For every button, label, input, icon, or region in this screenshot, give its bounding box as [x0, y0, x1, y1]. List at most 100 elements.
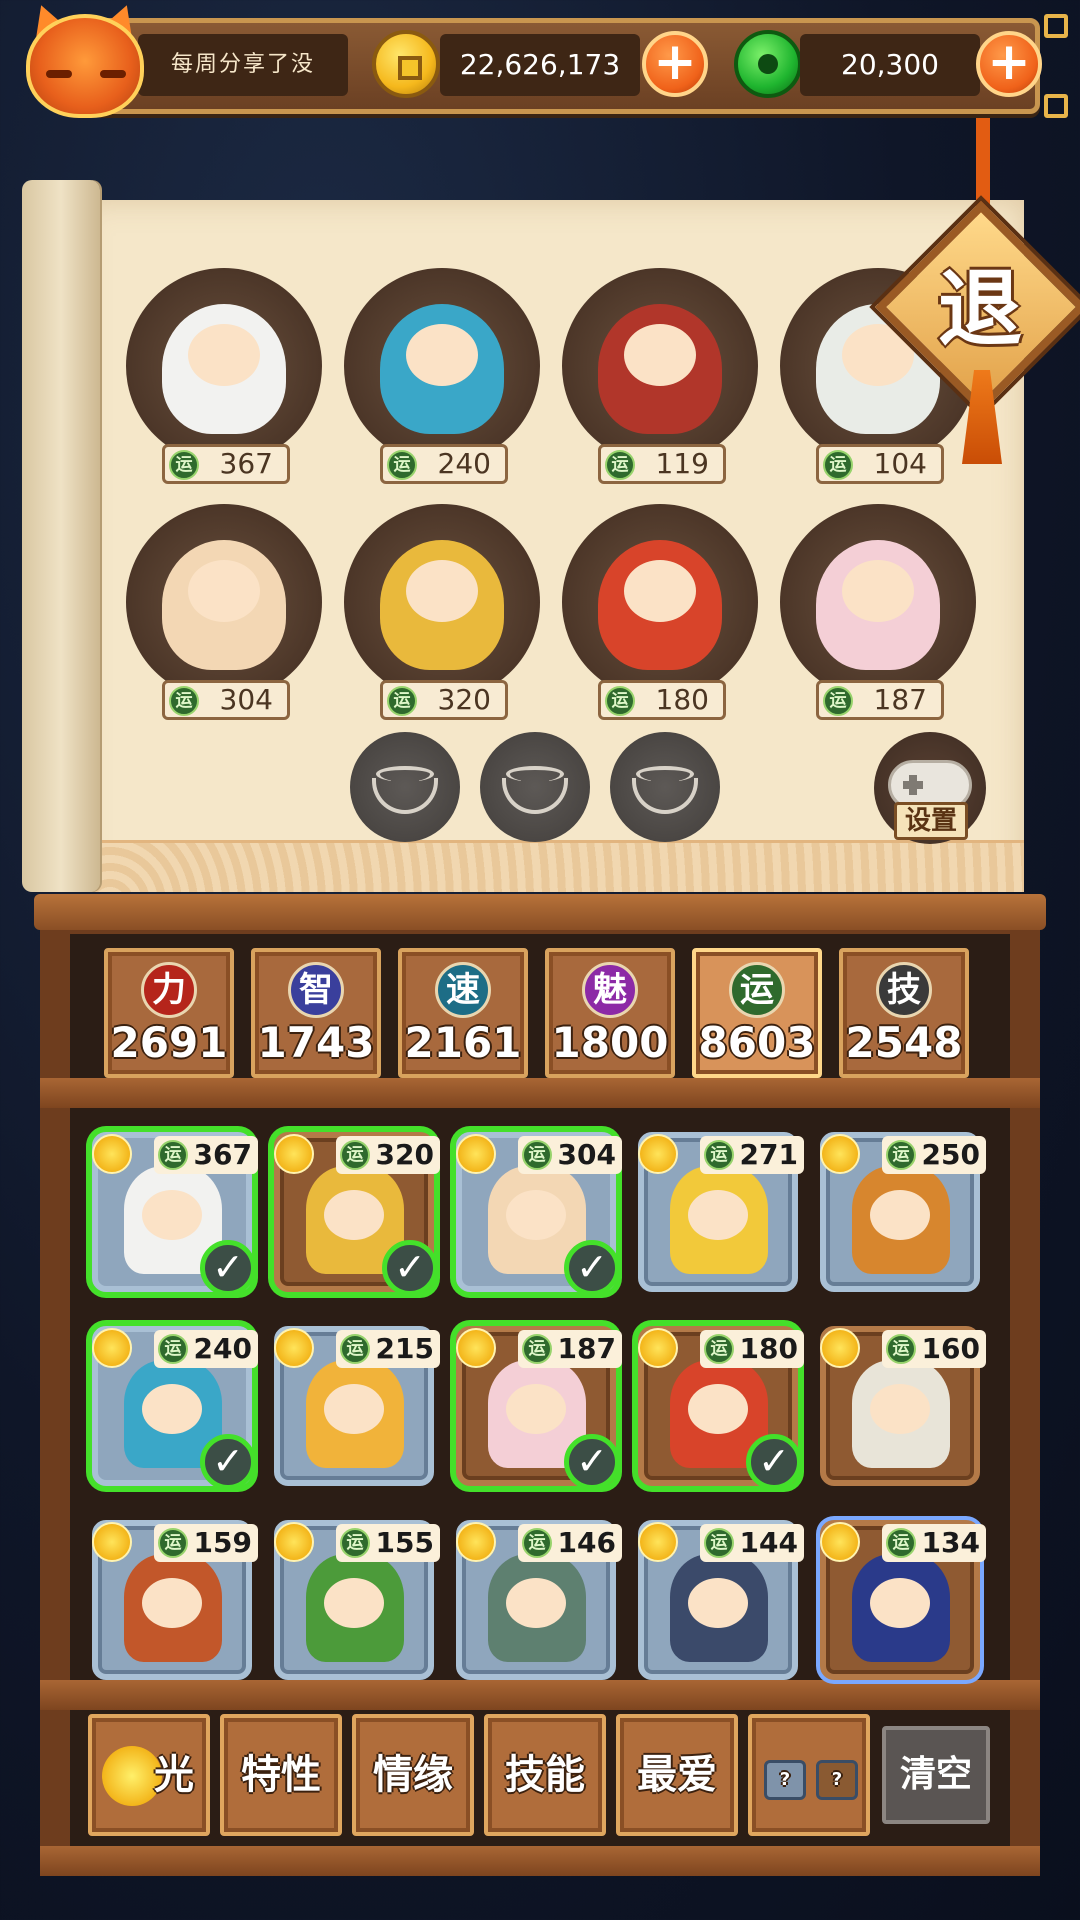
- checkmark-icon: ✓: [564, 1240, 620, 1296]
- sun-icon: [820, 1134, 860, 1174]
- stat-tab[interactable]: 运 8603: [692, 948, 822, 1078]
- roster-card[interactable]: 运 240 ✓: [92, 1326, 258, 1490]
- fox-eye: [46, 70, 72, 78]
- empty-slot-bowl-icon[interactable]: [480, 732, 590, 842]
- luck-value: 159: [193, 1526, 252, 1559]
- shelf-divider: [40, 1680, 1040, 1710]
- card-luck-badge: 运 155: [336, 1524, 440, 1562]
- add-jade-button[interactable]: +: [976, 31, 1042, 97]
- empty-slot-bowl-icon[interactable]: [350, 732, 460, 842]
- gold-coin-icon: [372, 30, 440, 98]
- sun-icon: [92, 1134, 132, 1174]
- stat-symbol-icon: 速: [435, 962, 491, 1018]
- luck-icon: 运: [605, 686, 635, 716]
- checkmark-icon: ✓: [382, 1240, 438, 1296]
- luck-value: 146: [557, 1526, 616, 1559]
- stat-symbol-icon: 技: [876, 962, 932, 1018]
- weekly-share-banner[interactable]: 每周分享了没: [138, 34, 348, 96]
- silver-unknown-icon: ?: [764, 1760, 806, 1800]
- settings-button[interactable]: 设置: [874, 732, 986, 844]
- team-member-luck: 运 320: [380, 680, 508, 720]
- corner-ornament: [1044, 94, 1068, 118]
- luck-icon: 运: [387, 450, 417, 480]
- character-face: [324, 1190, 384, 1240]
- sun-icon: [456, 1522, 496, 1562]
- roster-card[interactable]: 运 155: [274, 1520, 440, 1680]
- filter-light-button[interactable]: 光: [88, 1714, 210, 1836]
- filter-light-label: 光: [154, 1752, 194, 1798]
- stat-tab[interactable]: 力 2691: [104, 948, 234, 1078]
- stat-tab[interactable]: 技 2548: [839, 948, 969, 1078]
- luck-icon: 运: [823, 686, 853, 716]
- card-luck-badge: 运 146: [518, 1524, 622, 1562]
- filter-traits-button[interactable]: 特性: [220, 1714, 342, 1836]
- roster-card[interactable]: 运 180 ✓: [638, 1326, 804, 1490]
- character-face: [142, 1384, 202, 1434]
- roster-card[interactable]: 运 215: [274, 1326, 440, 1486]
- team-member-luck: 运 104: [816, 444, 944, 484]
- roster-card[interactable]: 运 271: [638, 1132, 804, 1292]
- character-face: [142, 1578, 202, 1628]
- luck-value: 320: [437, 683, 491, 716]
- team-member-portrait[interactable]: [562, 504, 758, 700]
- luck-value: 367: [193, 1138, 252, 1171]
- luck-icon: 运: [886, 1140, 916, 1170]
- roster-card[interactable]: 运 144: [638, 1520, 804, 1680]
- clear-button[interactable]: 清空: [882, 1726, 990, 1824]
- add-coins-button[interactable]: +: [642, 31, 708, 97]
- roster-card[interactable]: 运 304 ✓: [456, 1132, 622, 1296]
- luck-value: 119: [655, 447, 709, 480]
- roster-card[interactable]: 运 367 ✓: [92, 1132, 258, 1296]
- roster-card[interactable]: 运 187 ✓: [456, 1326, 622, 1490]
- sun-icon: [92, 1522, 132, 1562]
- stat-value: 8603: [698, 1018, 816, 1067]
- fox-eye: [100, 70, 126, 78]
- shelf-divider: [40, 1846, 1040, 1876]
- team-member-portrait[interactable]: [344, 268, 540, 464]
- empty-slot-bowl-icon[interactable]: [610, 732, 720, 842]
- team-member-portrait[interactable]: [344, 504, 540, 700]
- luck-icon: 运: [169, 450, 199, 480]
- filter-skills-button[interactable]: 技能: [484, 1714, 606, 1836]
- character-face: [842, 560, 914, 622]
- card-luck-badge: 运 271: [700, 1136, 804, 1174]
- sun-icon: [274, 1328, 314, 1368]
- roster-card[interactable]: 运 250: [820, 1132, 986, 1292]
- stat-value: 1800: [551, 1018, 669, 1067]
- stat-tab[interactable]: 速 2161: [398, 948, 528, 1078]
- filter-favorite-button[interactable]: 最爱: [616, 1714, 738, 1836]
- stat-tab[interactable]: 魅 1800: [545, 948, 675, 1078]
- team-member-luck: 运 119: [598, 444, 726, 484]
- character-face: [688, 1578, 748, 1628]
- stat-symbol-icon: 运: [729, 962, 785, 1018]
- card-luck-badge: 运 160: [882, 1330, 986, 1368]
- luck-icon: 运: [886, 1528, 916, 1558]
- luck-icon: 运: [704, 1528, 734, 1558]
- stat-tab[interactable]: 智 1743: [251, 948, 381, 1078]
- fox-mask-icon: [26, 14, 144, 118]
- team-member-portrait[interactable]: [780, 504, 976, 700]
- checkmark-icon: ✓: [200, 1434, 256, 1490]
- luck-value: 180: [655, 683, 709, 716]
- luck-icon: 运: [169, 686, 199, 716]
- luck-icon: 运: [158, 1528, 188, 1558]
- team-member-portrait[interactable]: [126, 268, 322, 464]
- team-member-luck: 运 304: [162, 680, 290, 720]
- character-face: [188, 324, 260, 386]
- team-member-portrait[interactable]: [126, 504, 322, 700]
- roster-card[interactable]: 运 320 ✓: [274, 1132, 440, 1296]
- roster-card[interactable]: 运 160: [820, 1326, 986, 1486]
- player-avatar[interactable]: [8, 0, 158, 130]
- filter-rarity-button[interactable]: ? ?: [748, 1714, 870, 1836]
- roster-card[interactable]: 运 146: [456, 1520, 622, 1680]
- team-member-portrait[interactable]: [562, 268, 758, 464]
- sun-icon: [638, 1328, 678, 1368]
- luck-value: 180: [739, 1332, 798, 1365]
- filter-bond-button[interactable]: 情缘: [352, 1714, 474, 1836]
- scroll-wave-border: [80, 840, 1024, 892]
- luck-icon: 运: [158, 1334, 188, 1364]
- roster-card[interactable]: 运 134: [820, 1520, 986, 1680]
- luck-icon: 运: [387, 686, 417, 716]
- character-face: [324, 1578, 384, 1628]
- roster-card[interactable]: 运 159: [92, 1520, 258, 1680]
